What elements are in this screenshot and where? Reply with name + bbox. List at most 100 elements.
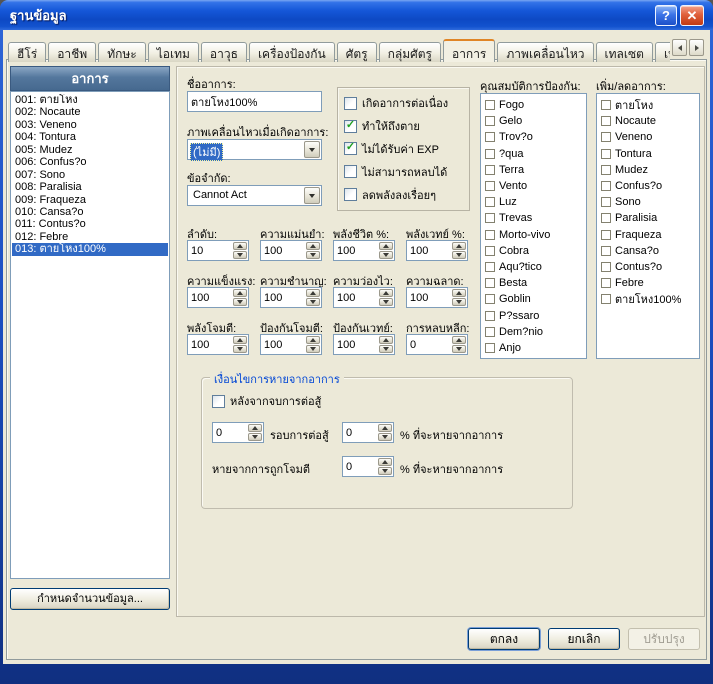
list-item[interactable]: 005: Mudez (12, 144, 168, 156)
spinner-damage-probability[interactable]: 0 (342, 456, 394, 477)
element-item[interactable]: Besta (483, 275, 584, 291)
state-checkbox-icon[interactable] (601, 116, 611, 127)
dropdown-arrow-icon[interactable] (304, 187, 320, 204)
element-item[interactable]: Luz (483, 194, 584, 210)
state-item[interactable]: Confus?o (599, 178, 697, 194)
spinner-eva[interactable]: 0 (406, 334, 468, 355)
restriction-select[interactable]: Cannot Act (187, 185, 322, 206)
list-item[interactable]: 011: Contus?o (12, 218, 168, 230)
spin-up-icon[interactable] (379, 242, 393, 250)
element-item[interactable]: Trov?o (483, 129, 584, 145)
state-checkbox-icon[interactable] (601, 294, 611, 305)
option-slip-damage[interactable]: ลดพลังลงเรื่อยๆ (344, 186, 463, 204)
state-checkbox-icon[interactable] (601, 164, 611, 175)
element-item[interactable]: Dem?nio (483, 324, 584, 340)
spinner-agi[interactable]: 100 (333, 287, 395, 308)
spinner-turns-probability[interactable]: 0 (342, 422, 394, 443)
state-item[interactable]: Mudez (599, 162, 697, 178)
dropdown-arrow-icon[interactable] (304, 141, 320, 158)
element-item[interactable]: Anjo (483, 340, 584, 356)
spin-up-icon[interactable] (233, 336, 247, 344)
spin-down-icon[interactable] (452, 345, 466, 353)
guard-elements-list[interactable]: Fogo Gelo Trov?o ?qua Terra Vento Luz Tr… (480, 93, 587, 359)
element-checkbox-icon[interactable] (485, 116, 495, 127)
checkbox-icon[interactable] (344, 165, 357, 179)
help-button[interactable]: ? (655, 5, 677, 26)
list-item[interactable]: 010: Cansa?o (12, 206, 168, 218)
spin-down-icon[interactable] (378, 467, 392, 475)
spin-up-icon[interactable] (233, 289, 247, 297)
element-item[interactable]: Cobra (483, 243, 584, 259)
spin-down-icon[interactable] (452, 251, 466, 259)
spin-up-icon[interactable] (379, 289, 393, 297)
element-checkbox-icon[interactable] (485, 132, 495, 143)
release-after-battle-option[interactable]: หลังจากจบการต่อสู้ (212, 392, 321, 410)
element-item[interactable]: Trevas (483, 210, 584, 226)
element-item[interactable]: ?qua (483, 146, 584, 162)
ok-button[interactable]: ตกลง (468, 628, 540, 650)
spin-up-icon[interactable] (378, 458, 392, 466)
list-item[interactable]: 003: Veneno (12, 119, 168, 131)
element-checkbox-icon[interactable] (485, 278, 495, 289)
spinner-int[interactable]: 100 (406, 287, 468, 308)
list-item[interactable]: 001: ตายโหง (12, 94, 168, 106)
state-checkbox-icon[interactable] (601, 197, 611, 208)
apply-button[interactable]: ปรับปรุง (628, 628, 700, 650)
spin-up-icon[interactable] (378, 424, 392, 432)
cancel-button[interactable]: ยกเลิก (548, 628, 620, 650)
spin-down-icon[interactable] (379, 345, 393, 353)
list-item[interactable]: 007: Sono (12, 169, 168, 181)
tab-scroll-right-button[interactable] (689, 39, 704, 56)
spin-up-icon[interactable] (248, 424, 262, 432)
spin-up-icon[interactable] (379, 336, 393, 344)
element-checkbox-icon[interactable] (485, 197, 495, 208)
checkbox-icon[interactable] (344, 96, 357, 110)
element-checkbox-icon[interactable] (485, 294, 495, 305)
element-item[interactable]: P?ssaro (483, 307, 584, 323)
spinner-maxsp[interactable]: 100 (406, 240, 468, 261)
element-item[interactable]: Fogo (483, 97, 584, 113)
element-checkbox-icon[interactable] (485, 100, 495, 111)
spinner-str[interactable]: 100 (187, 287, 249, 308)
spinner-rating[interactable]: 10 (187, 240, 249, 261)
tab-animation[interactable]: ภาพเคลื่อนไหว (497, 42, 594, 62)
element-checkbox-icon[interactable] (485, 148, 495, 159)
spin-down-icon[interactable] (378, 433, 392, 441)
tab-scroll-left-button[interactable] (672, 39, 687, 56)
tab-state[interactable]: อาการ (442, 39, 496, 62)
element-item[interactable]: Morto-vivo (483, 227, 584, 243)
spin-down-icon[interactable] (248, 433, 262, 441)
state-checkbox-icon[interactable] (601, 213, 611, 224)
spinner-turns[interactable]: 0 (212, 422, 264, 443)
state-item[interactable]: Febre (599, 275, 697, 291)
spin-up-icon[interactable] (306, 289, 320, 297)
tab-hero[interactable]: ฮีโร่ (8, 42, 47, 62)
element-checkbox-icon[interactable] (485, 261, 495, 272)
state-item[interactable]: Contus?o (599, 259, 697, 275)
spin-down-icon[interactable] (233, 251, 247, 259)
checkbox-icon[interactable] (344, 188, 357, 202)
state-item[interactable]: Cansa?o (599, 243, 697, 259)
spin-up-icon[interactable] (306, 336, 320, 344)
option-chain-state[interactable]: เกิดอาการต่อเนื่อง (344, 94, 463, 112)
element-checkbox-icon[interactable] (485, 245, 495, 256)
change-maximum-button[interactable]: กำหนดจำนวนข้อมูล... (10, 588, 170, 610)
option-no-exp[interactable]: ✓ ไม่ได้รับค่า EXP (344, 140, 463, 158)
list-item[interactable]: 002: Nocaute (12, 106, 168, 118)
spin-up-icon[interactable] (452, 242, 466, 250)
spin-up-icon[interactable] (452, 336, 466, 344)
tab-enemy[interactable]: ศัตรู (336, 42, 377, 62)
tab-class[interactable]: อาชีพ (48, 42, 97, 62)
state-item[interactable]: Sono (599, 194, 697, 210)
state-item[interactable]: Nocaute (599, 113, 697, 129)
element-item[interactable]: Vento (483, 178, 584, 194)
state-item[interactable]: ตายโหง100% (599, 291, 697, 307)
spinner-atk[interactable]: 100 (187, 334, 249, 355)
list-item-selected[interactable]: 013: ตายโหง100% (12, 243, 168, 256)
spinner-mdef[interactable]: 100 (333, 334, 395, 355)
tab-enemy-group[interactable]: กลุ่มศัตรู (378, 42, 441, 62)
element-checkbox-icon[interactable] (485, 181, 495, 192)
tab-armor[interactable]: เครื่องป้องกัน (248, 42, 335, 62)
spinner-dex[interactable]: 100 (260, 287, 322, 308)
titlebar[interactable]: ฐานข้อมูล ? ✕ (0, 0, 713, 30)
